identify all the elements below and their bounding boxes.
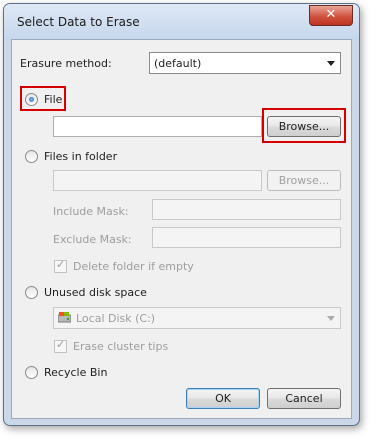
drive-value: Local Disk (C:) <box>76 312 156 325</box>
title-bar[interactable]: Select Data to Erase ✕ <box>4 4 359 40</box>
exclude-mask-input[interactable] <box>152 227 341 248</box>
drive-icon <box>57 312 72 323</box>
dialog-window: Select Data to Erase ✕ Erasure method: (… <box>3 3 360 426</box>
erase-cluster-checkbox[interactable] <box>54 338 67 353</box>
file-browse-button[interactable]: Browse... <box>267 116 341 137</box>
recycle-label: Recycle Bin <box>44 366 108 379</box>
unused-radio[interactable] <box>25 286 38 299</box>
erasure-method-label: Erasure method: <box>20 57 112 70</box>
dialog-body: Erasure method: (default) File Browse...… <box>11 39 352 419</box>
folder-path-input[interactable] <box>53 170 262 191</box>
erasure-method-value: (default) <box>154 57 202 70</box>
close-icon: ✕ <box>325 7 337 22</box>
delete-folder-label: Delete folder if empty <box>73 260 194 273</box>
file-radio[interactable] <box>25 93 38 106</box>
folder-browse-button[interactable]: Browse... <box>267 170 341 191</box>
ok-button[interactable]: OK <box>186 388 260 409</box>
cancel-button[interactable]: Cancel <box>267 388 341 409</box>
file-label: File <box>44 93 63 106</box>
erase-cluster-label: Erase cluster tips <box>73 340 169 353</box>
file-path-input[interactable] <box>53 116 262 137</box>
close-button[interactable]: ✕ <box>309 5 353 26</box>
chevron-down-icon <box>327 61 335 66</box>
drive-chevron-down-icon <box>327 316 335 321</box>
recycle-radio[interactable] <box>25 366 38 379</box>
unused-label: Unused disk space <box>44 286 147 299</box>
drive-select[interactable]: Local Disk (C:) <box>53 307 341 329</box>
delete-folder-checkbox[interactable] <box>54 258 67 273</box>
erasure-method-select[interactable]: (default) <box>149 52 341 74</box>
include-mask-label: Include Mask: <box>53 205 129 218</box>
include-mask-input[interactable] <box>152 199 341 220</box>
folder-radio[interactable] <box>25 150 38 163</box>
window-title: Select Data to Erase <box>17 15 140 29</box>
exclude-mask-label: Exclude Mask: <box>53 233 132 246</box>
folder-label: Files in folder <box>44 150 118 163</box>
